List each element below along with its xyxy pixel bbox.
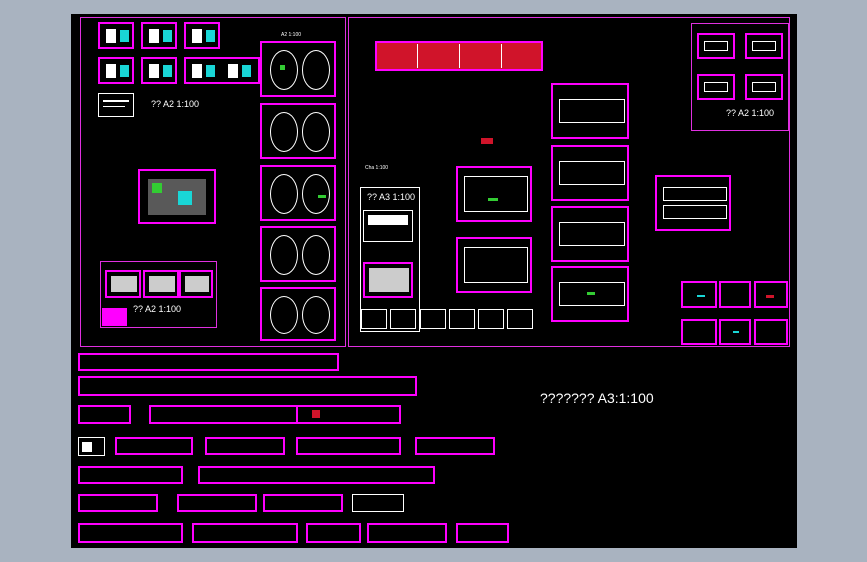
small-detail[interactable] — [361, 309, 387, 329]
circular-plan-frame[interactable] — [260, 41, 336, 97]
thumb-frame[interactable] — [184, 57, 260, 84]
circular-plan-frame[interactable] — [260, 226, 336, 282]
thumb-frame[interactable] — [184, 22, 220, 49]
circular-plan-frame[interactable] — [260, 165, 336, 221]
elevation-strip-small[interactable] — [78, 353, 339, 371]
elevation-strip-small[interactable] — [306, 523, 361, 543]
elevation-strip-small[interactable] — [177, 494, 257, 512]
detail-frame[interactable] — [697, 74, 735, 100]
circular-plan-frame[interactable] — [260, 287, 336, 341]
section-frame[interactable] — [719, 281, 751, 308]
small-detail[interactable] — [420, 309, 446, 329]
thumb-frame[interactable] — [98, 22, 134, 49]
detail-frame[interactable] — [697, 33, 735, 59]
mini-heading: A2 1:100 — [281, 32, 302, 38]
detail-frame[interactable] — [143, 270, 179, 298]
strip-divider — [459, 44, 460, 68]
floor-plan-frame[interactable] — [551, 145, 629, 201]
detail-frame[interactable] — [745, 33, 783, 59]
section-frame[interactable] — [681, 281, 717, 308]
small-detail[interactable] — [478, 309, 504, 329]
floor-plan-frame[interactable] — [456, 166, 532, 222]
elevation-strip-small[interactable] — [78, 523, 183, 543]
floor-plan-frame[interactable] — [456, 237, 532, 293]
elevation-strip-small[interactable] — [205, 437, 285, 455]
thumb-frame[interactable] — [141, 22, 177, 49]
section-frame[interactable] — [754, 319, 788, 345]
elevation-strip-small[interactable] — [78, 466, 183, 484]
floor-plan-frame[interactable] — [551, 83, 629, 139]
floor-plan-frame[interactable] — [655, 175, 731, 231]
detail-frame[interactable] — [105, 270, 141, 298]
elevation-strip-small[interactable] — [149, 405, 302, 424]
thumb-frame[interactable] — [141, 57, 177, 84]
elevation-strip-small[interactable] — [192, 523, 298, 543]
elevation-strip-small[interactable] — [78, 376, 417, 396]
plan-frame[interactable] — [138, 169, 216, 224]
floor-note: Cha 1:100 — [365, 165, 389, 171]
elevation-strip-small[interactable] — [115, 437, 193, 455]
elevation-strip-small[interactable] — [78, 405, 131, 424]
title-block[interactable] — [352, 494, 404, 512]
detail-frame[interactable] — [179, 270, 213, 298]
elevation-strip-small[interactable] — [296, 437, 401, 455]
elevation-strip-small[interactable] — [78, 494, 158, 512]
detail-box[interactable] — [363, 210, 413, 242]
bottom-scale-label: ??????? A3:1:100 — [540, 390, 654, 406]
cad-drawing-canvas[interactable]: ?? A2 1:100 ?? A2 1:100 A2 1:100 Cha 1:1… — [71, 14, 797, 548]
elevation-strip-small[interactable] — [198, 466, 435, 484]
section-frame[interactable] — [719, 319, 751, 345]
strip-divider — [417, 44, 418, 68]
middle-scale-label: ?? A3 1:100 — [367, 192, 416, 202]
elevation-strip-small[interactable] — [296, 405, 401, 424]
detail-frame[interactable] — [363, 262, 413, 298]
left-lower-scale-label: ?? A2 1:100 — [133, 304, 182, 314]
floor-plan-frame[interactable] — [551, 206, 629, 262]
elevation-strip-small[interactable] — [367, 523, 447, 543]
circular-plan-frame[interactable] — [260, 103, 336, 159]
strip-divider — [501, 44, 502, 68]
thumb-frame[interactable] — [98, 57, 134, 84]
red-marker — [481, 138, 493, 144]
elevation-strip-small[interactable] — [263, 494, 343, 512]
title-block[interactable] — [98, 93, 134, 117]
small-detail[interactable] — [390, 309, 416, 329]
right-scale-label: ?? A2 1:100 — [726, 108, 775, 118]
small-detail[interactable] — [507, 309, 533, 329]
title-block[interactable] — [78, 437, 105, 456]
floor-plan-frame[interactable] — [551, 266, 629, 322]
section-frame[interactable] — [681, 319, 717, 345]
section-frame[interactable] — [754, 281, 788, 308]
detail-frame[interactable] — [745, 74, 783, 100]
small-detail[interactable] — [449, 309, 475, 329]
left-scale-label: ?? A2 1:100 — [151, 99, 200, 109]
elevation-strip-small[interactable] — [456, 523, 509, 543]
elevation-strip-small[interactable] — [415, 437, 495, 455]
magenta-block — [102, 308, 127, 326]
